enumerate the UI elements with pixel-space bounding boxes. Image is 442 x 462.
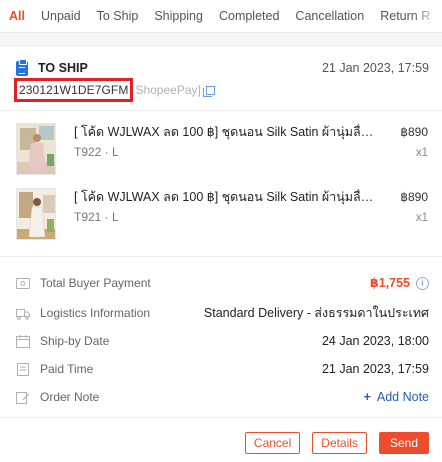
clipboard-icon xyxy=(16,59,28,76)
logistics-value: Standard Delivery - ส่งธรรมดาในประเทศ xyxy=(203,306,429,320)
tab-unpaid[interactable]: Unpaid xyxy=(41,0,81,32)
truck-icon xyxy=(16,307,30,320)
send-button[interactable]: Send xyxy=(378,432,429,454)
add-note-label: Add Note xyxy=(376,390,429,404)
order-status-tabs: All Unpaid To Ship Shipping Completed Ca… xyxy=(0,0,442,33)
details-button[interactable]: Details xyxy=(312,432,367,454)
info-icon[interactable]: i xyxy=(416,277,429,290)
product-variant: T922 · L xyxy=(74,145,119,159)
product-item[interactable]: [ โค้ด WJLWAX ลด 100 ฿] ชุดนอน Silk Sati… xyxy=(16,123,430,175)
ship-by-value: 24 Jan 2023, 18:00 xyxy=(321,334,429,348)
tab-cancellation[interactable]: Cancellation xyxy=(295,0,364,32)
copy-icon[interactable] xyxy=(202,85,215,97)
product-item[interactable]: [ โค้ด WJLWAX ลด 100 ฿] ชุดนอน Silk Sati… xyxy=(16,188,430,240)
total-payment-label: Total Buyer Payment xyxy=(40,276,151,290)
note-edit-icon xyxy=(16,391,30,404)
order-id-row: 230121W1DE7GFM ShopeePay] xyxy=(14,78,215,102)
paid-time-value: 21 Jan 2023, 17:59 xyxy=(321,362,429,376)
product-thumbnail xyxy=(16,188,56,240)
order-id[interactable]: 230121W1DE7GFM xyxy=(14,78,134,102)
order-note-row: Order Note + Add Note xyxy=(16,389,430,407)
divider xyxy=(0,256,442,257)
paid-time-row: Paid Time 21 Jan 2023, 17:59 xyxy=(16,361,430,379)
payment-method: ShopeePay] xyxy=(135,83,201,97)
product-quantity: x1 xyxy=(415,147,428,159)
product-name[interactable]: [ โค้ด WJLWAX ลด 100 ฿] ชุดนอน Silk Sati… xyxy=(74,124,374,140)
total-payment-value: ฿1,755 xyxy=(370,276,410,290)
calendar-icon xyxy=(16,335,30,348)
logistics-row: Logistics Information Standard Delivery … xyxy=(16,305,430,323)
tab-all[interactable]: All xyxy=(9,0,25,32)
plus-icon: + xyxy=(363,390,371,404)
tab-to-ship[interactable]: To Ship xyxy=(97,0,139,32)
order-note-label: Order Note xyxy=(40,390,100,404)
product-quantity: x1 xyxy=(415,212,428,224)
add-note-button[interactable]: + Add Note xyxy=(364,389,429,406)
order-actions: Cancel Details Send xyxy=(233,432,429,454)
product-variant: T921 · L xyxy=(74,210,119,224)
product-price: ฿890 xyxy=(400,190,428,204)
ship-by-label: Ship-by Date xyxy=(40,334,110,348)
product-price: ฿890 xyxy=(400,125,428,139)
tab-shipping[interactable]: Shipping xyxy=(154,0,203,32)
divider xyxy=(0,110,442,111)
cancel-button[interactable]: Cancel xyxy=(244,432,301,454)
tabs-fade xyxy=(412,0,442,32)
order-date: 21 Jan 2023, 17:59 xyxy=(321,61,429,75)
ship-by-row: Ship-by Date 24 Jan 2023, 18:00 xyxy=(16,333,430,351)
tab-completed[interactable]: Completed xyxy=(219,0,279,32)
product-name[interactable]: [ โค้ด WJLWAX ลด 100 ฿] ชุดนอน Silk Sati… xyxy=(74,189,374,205)
divider xyxy=(0,417,442,418)
total-payment-row: Total Buyer Payment ฿1,755 i xyxy=(16,275,430,293)
paid-time-label: Paid Time xyxy=(40,362,94,376)
receipt-icon xyxy=(16,363,30,376)
payment-icon xyxy=(16,277,30,290)
logistics-label: Logistics Information xyxy=(40,306,151,320)
order-card: TO SHIP 21 Jan 2023, 17:59 230121W1DE7GF… xyxy=(0,47,442,462)
order-status: TO SHIP xyxy=(38,61,88,75)
product-thumbnail xyxy=(16,123,56,175)
order-header: TO SHIP 21 Jan 2023, 17:59 xyxy=(16,59,430,78)
